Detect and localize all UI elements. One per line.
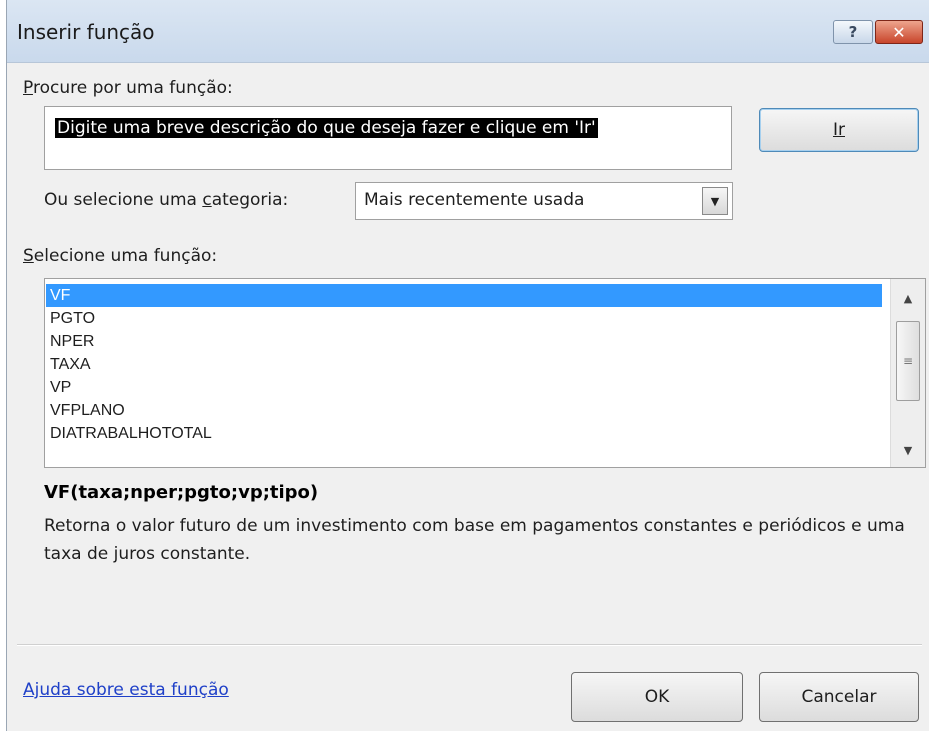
list-item[interactable]: VF xyxy=(46,284,882,307)
category-label-pre: Ou selecione uma xyxy=(44,190,203,210)
search-label: Procure por uma função: xyxy=(23,78,233,98)
function-description: Retorna o valor futuro de um investiment… xyxy=(44,516,905,564)
category-select[interactable]: Mais recentemente usada ▼ xyxy=(355,182,733,220)
go-button-label: Ir xyxy=(832,120,845,140)
scroll-thumb[interactable]: ≡ xyxy=(896,321,920,401)
ok-button-label: OK xyxy=(644,687,670,707)
category-label-accel: c xyxy=(202,190,212,210)
function-syntax: VF(taxa;nper;pgto;vp;tipo) xyxy=(44,482,319,503)
grip-icon: ≡ xyxy=(902,354,914,368)
category-label-post: ategoria: xyxy=(211,190,289,210)
dialog-title: Inserir função xyxy=(17,20,155,44)
function-list-items: VF PGTO NPER TAXA VP VFPLANO DIATRABALHO… xyxy=(46,284,882,445)
list-item[interactable]: NPER xyxy=(46,330,882,353)
list-item[interactable]: VP xyxy=(46,376,882,399)
cancel-button[interactable]: Cancelar xyxy=(759,672,919,722)
function-list-label: Selecione uma função: xyxy=(23,246,217,266)
vertical-scrollbar[interactable]: ▲ ≡ ▼ xyxy=(890,279,925,467)
search-label-text: rocure por uma função: xyxy=(32,78,233,98)
question-icon: ? xyxy=(848,23,858,41)
dropdown-arrow-glyph: ▼ xyxy=(710,194,720,208)
category-label: Ou selecione uma categoria: xyxy=(44,190,288,210)
help-link[interactable]: Ajuda sobre esta função xyxy=(23,680,229,700)
list-item[interactable]: DIATRABALHOTOTAL xyxy=(46,422,882,445)
insert-function-dialog: Inserir função ? ✕ Procure por uma funçã… xyxy=(6,0,929,731)
search-label-accel: P xyxy=(23,78,33,98)
cancel-button-label: Cancelar xyxy=(801,687,877,707)
scroll-down-icon[interactable]: ▼ xyxy=(891,433,925,467)
list-item[interactable]: PGTO xyxy=(46,307,882,330)
close-button[interactable]: ✕ xyxy=(875,20,923,44)
ok-button[interactable]: OK xyxy=(571,672,743,722)
scroll-up-glyph: ▲ xyxy=(903,291,913,305)
close-icon: ✕ xyxy=(892,22,906,42)
search-input[interactable]: Digite uma breve descrição do que deseja… xyxy=(44,106,732,170)
scroll-down-glyph: ▼ xyxy=(903,443,913,457)
go-button[interactable]: Ir xyxy=(759,108,919,152)
title-bar[interactable]: Inserir função ? ✕ xyxy=(7,0,929,63)
help-button[interactable]: ? xyxy=(833,20,873,44)
function-list-label-text: elecione uma função: xyxy=(33,246,218,266)
function-list[interactable]: VF PGTO NPER TAXA VP VFPLANO DIATRABALHO… xyxy=(44,278,926,468)
function-list-label-accel: S xyxy=(23,246,34,266)
scroll-up-icon[interactable]: ▲ xyxy=(891,281,925,315)
category-selected-value: Mais recentemente usada xyxy=(364,190,585,210)
chevron-down-icon[interactable]: ▼ xyxy=(702,187,728,215)
list-item[interactable]: TAXA xyxy=(46,353,882,376)
search-input-text: Digite uma breve descrição do que deseja… xyxy=(55,118,598,138)
divider xyxy=(17,644,922,646)
list-item[interactable]: VFPLANO xyxy=(46,399,882,422)
